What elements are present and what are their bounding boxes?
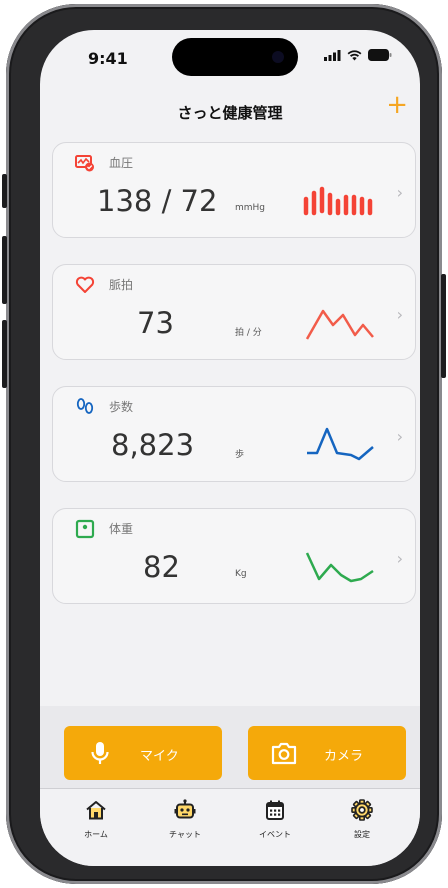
action-bar: マイク カメラ (40, 706, 420, 788)
tab-home[interactable]: ホーム (66, 799, 126, 849)
gear-icon (351, 799, 373, 821)
mic-label: マイク (140, 749, 179, 764)
tab-chat[interactable]: チャット (155, 799, 215, 849)
pulse-value: 73 (137, 306, 174, 340)
blood-pressure-value: 138 / 72 (97, 184, 218, 218)
camera-label: カメラ (324, 749, 364, 764)
page-title: さっと健康管理 (177, 104, 283, 122)
steps-sparkline (307, 427, 374, 461)
scale-icon (75, 519, 95, 539)
weight-unit: Kg (235, 569, 247, 579)
chevron-right-icon: › (396, 183, 403, 202)
app-screen: 9:41 さっと健康管理 + 血圧 138 / 72 mmHg › 脈拍 73 … (40, 30, 420, 866)
volume-down-button (2, 320, 7, 388)
robot-icon (174, 799, 196, 819)
card-label: 脈拍 (109, 278, 134, 292)
tab-label: チャット (169, 830, 201, 839)
tab-label: 設定 (354, 830, 370, 839)
microphone-icon (91, 742, 109, 764)
card-label: 歩数 (109, 400, 134, 414)
battery-icon (368, 49, 392, 61)
blood-pressure-sparkline (303, 186, 373, 216)
home-icon (86, 801, 106, 820)
tab-event[interactable]: イベント (245, 799, 305, 849)
power-button (441, 274, 446, 378)
weight-value: 82 (143, 550, 180, 584)
weight-sparkline (305, 552, 374, 583)
blood-pressure-unit: mmHg (235, 203, 266, 213)
tab-bar: ホーム チャット イベント 設定 (40, 788, 420, 866)
tab-label: イベント (259, 830, 291, 839)
camera-button[interactable]: カメラ (248, 726, 406, 780)
wifi-icon (347, 49, 362, 60)
chevron-right-icon: › (396, 549, 403, 568)
volume-up-button (2, 236, 7, 304)
steps-value: 8,823 (111, 428, 195, 462)
nav-bar: さっと健康管理 + (40, 92, 420, 130)
signal-icon (324, 49, 341, 61)
mic-button[interactable]: マイク (64, 726, 222, 780)
camera-icon (271, 742, 297, 765)
blood-pressure-card[interactable]: 血圧 138 / 72 mmHg › (52, 142, 416, 238)
dynamic-island (172, 38, 298, 76)
card-label: 血圧 (109, 156, 134, 170)
pulse-card[interactable]: 脈拍 73 拍 / 分 › (52, 264, 416, 360)
steps-unit: 歩 (235, 450, 245, 460)
heart-icon (75, 276, 95, 293)
add-button[interactable]: + (386, 92, 408, 118)
steps-card[interactable]: 歩数 8,823 歩 › (52, 386, 416, 482)
chevron-right-icon: › (396, 305, 403, 324)
status-time: 9:41 (88, 49, 128, 68)
mute-switch (2, 174, 7, 208)
calendar-icon (266, 800, 284, 820)
status-icons (324, 49, 392, 61)
pulse-sparkline (305, 309, 374, 340)
tab-label: ホーム (84, 830, 108, 839)
phone-frame: 9:41 さっと健康管理 + 血圧 138 / 72 mmHg › 脈拍 73 … (2, 4, 446, 884)
chevron-right-icon: › (396, 427, 403, 446)
pulse-unit: 拍 / 分 (235, 328, 262, 338)
blood-pressure-icon (75, 155, 94, 172)
front-camera (272, 51, 284, 63)
footprints-icon (76, 398, 94, 414)
weight-card[interactable]: 体重 82 Kg › (52, 508, 416, 604)
card-label: 体重 (109, 522, 134, 536)
tab-settings[interactable]: 設定 (332, 799, 392, 849)
